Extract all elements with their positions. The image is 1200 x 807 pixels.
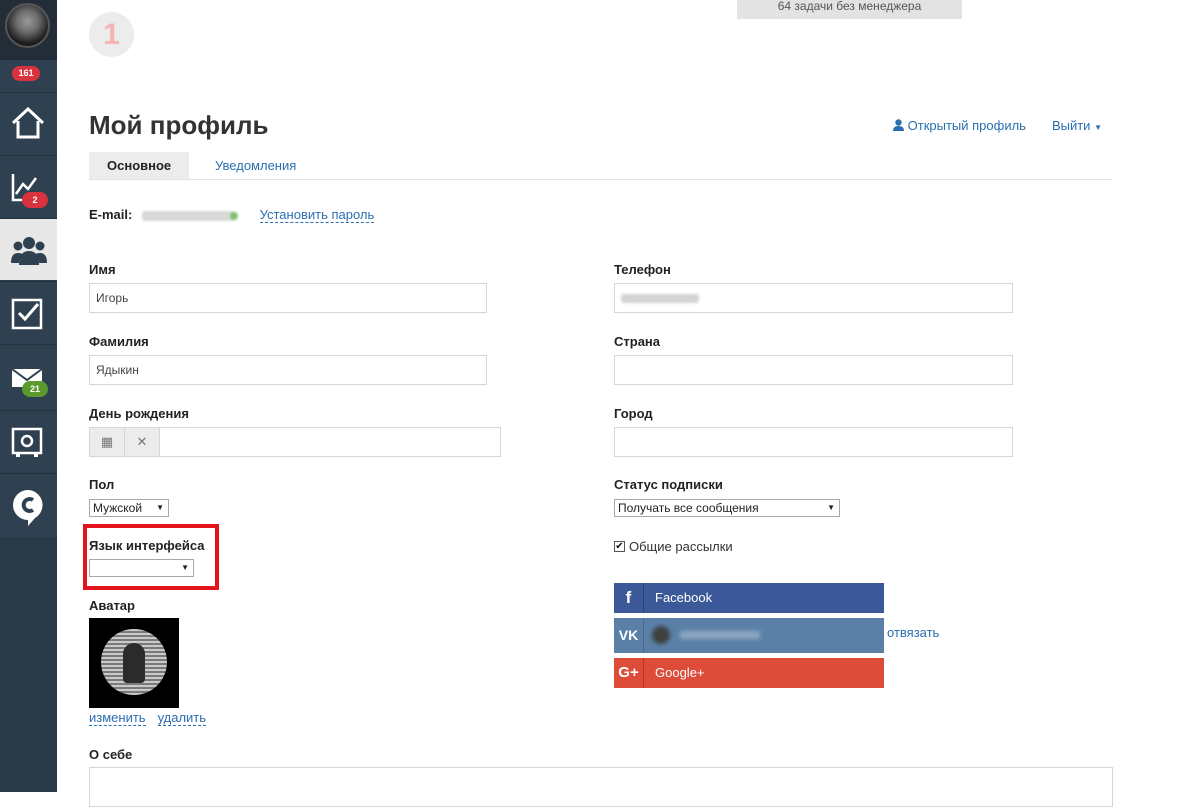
gender-value: Мужской [93, 501, 143, 515]
sidebar-item-chat[interactable] [0, 473, 57, 535]
last-name-input[interactable]: Ядыкин [89, 355, 487, 385]
sidebar-item-settings[interactable] [0, 410, 57, 472]
vk-icon: VK [614, 618, 644, 653]
country-input[interactable] [614, 355, 1013, 385]
page-title: Мой профиль [89, 110, 269, 140]
phone-value-blurred [621, 294, 699, 304]
select-arrow-icon: ▼ [156, 503, 164, 512]
set-password-link[interactable]: Установить пароль [259, 207, 375, 223]
first-name-input[interactable]: Игорь [89, 283, 487, 313]
clear-icon[interactable]: ✕ [125, 428, 160, 456]
tab-main[interactable]: Основное [89, 152, 190, 179]
avatar-label: Аватар [89, 598, 135, 613]
email-row: E-mail: Установить пароль [89, 207, 375, 223]
avatar-image [89, 618, 179, 708]
task-number-circle: 1 [89, 12, 134, 57]
avatar-delete-link[interactable]: удалить [157, 711, 207, 726]
email-label: E-mail [89, 207, 129, 222]
caret-down-icon: ▼ [1094, 123, 1102, 132]
settings-icon [11, 427, 43, 457]
sidebar-header [0, 0, 57, 60]
vk-account-blurred [652, 626, 762, 644]
logout-dropdown[interactable]: Выйти ▼ [1052, 118, 1102, 133]
about-label: О себе [89, 747, 133, 762]
google-label: Google+ [655, 665, 705, 680]
subscription-value: Получать все сообщения [618, 501, 759, 515]
avatar-photo [101, 629, 167, 695]
email-value-blurred [141, 210, 238, 221]
google-button[interactable]: G+ Google+ [614, 658, 884, 688]
tab-notifications[interactable]: Уведомления [197, 152, 314, 179]
calendar-icon[interactable]: ▦ [90, 428, 125, 456]
home-icon [11, 107, 45, 139]
header-links: Открытый профиль Выйти ▼ [893, 118, 1102, 133]
facebook-button[interactable]: f Facebook [614, 583, 884, 613]
subscription-select[interactable]: Получать все сообщения ▼ [614, 499, 840, 517]
sidebar: 161 2 21 [0, 0, 57, 792]
newsletter-row: ✔ Общие рассылки [614, 539, 733, 554]
city-label: Город [614, 406, 653, 421]
country-label: Страна [614, 334, 661, 349]
chat-icon [13, 490, 43, 526]
facebook-label: Facebook [655, 590, 713, 605]
facebook-icon: f [614, 583, 644, 613]
gender-select[interactable]: Мужской ▼ [89, 499, 169, 517]
notifications-badge[interactable]: 161 [12, 66, 40, 81]
language-label: Язык интерфейса [89, 538, 205, 553]
newsletter-label: Общие рассылки [629, 539, 733, 554]
phone-input[interactable] [614, 283, 1013, 313]
user-avatar[interactable] [5, 3, 50, 48]
sidebar-item-tasks[interactable] [0, 281, 57, 343]
user-icon [893, 119, 904, 131]
vk-unlink-link[interactable]: отвязать [887, 625, 939, 640]
gender-label: Пол [89, 477, 115, 492]
unassigned-tasks-banner[interactable]: 64 задачи без менеджера [737, 0, 962, 19]
highlight-box [83, 524, 219, 590]
users-icon [11, 237, 47, 265]
select-arrow-icon: ▼ [181, 563, 189, 572]
sidebar-item-home[interactable] [0, 92, 57, 154]
vk-button[interactable]: VK [614, 618, 884, 653]
birthday-label: День рождения [89, 406, 189, 421]
first-name-label: Имя [89, 262, 116, 277]
analytics-badge: 2 [22, 192, 48, 208]
about-textarea[interactable] [89, 767, 1113, 807]
avatar-change-link[interactable]: изменить [89, 711, 146, 726]
email-verified-icon [229, 211, 238, 220]
newsletter-checkbox[interactable]: ✔ [614, 541, 625, 552]
mail-badge: 21 [22, 381, 48, 397]
checkbox-icon [11, 298, 43, 330]
sidebar-item-users[interactable] [0, 218, 57, 280]
sidebar-empty-area [0, 537, 57, 792]
logout-label: Выйти [1051, 118, 1091, 133]
phone-label: Телефон [614, 262, 671, 277]
sidebar-item-analytics[interactable]: 2 [0, 155, 57, 217]
open-profile-link[interactable]: Открытый профиль [893, 118, 1026, 133]
google-plus-icon: G+ [614, 658, 644, 688]
profile-tabs: Основное Уведомления [89, 152, 1112, 180]
city-input[interactable] [614, 427, 1013, 457]
subscription-label: Статус подписки [614, 477, 723, 492]
select-arrow-icon: ▼ [827, 503, 835, 512]
last-name-label: Фамилия [89, 334, 149, 349]
language-select[interactable]: ▼ [89, 559, 194, 577]
avatar-actions: изменить удалить [89, 711, 207, 726]
birthday-field[interactable]: ▦ ✕ [89, 427, 501, 457]
main-content: 1 64 задачи без менеджера Мой профиль От… [57, 0, 1200, 807]
open-profile-label: Открытый профиль [907, 118, 1026, 133]
sidebar-item-mail[interactable]: 21 [0, 344, 57, 406]
